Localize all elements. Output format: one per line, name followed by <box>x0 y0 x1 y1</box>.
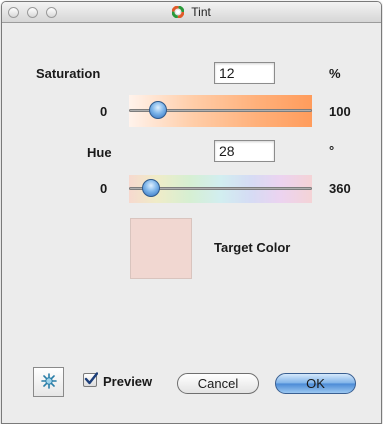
target-color-label: Target Color <box>214 240 291 255</box>
hue-input[interactable]: 28 <box>214 140 275 162</box>
cancel-button[interactable]: Cancel <box>177 373 259 394</box>
preview-checkbox[interactable] <box>83 372 98 387</box>
saturation-input[interactable]: 12 <box>214 62 275 84</box>
hue-slider[interactable] <box>129 176 312 201</box>
window-title-group: Tint <box>2 5 381 21</box>
hue-max-label: 360 <box>329 181 351 196</box>
hue-slider-knob[interactable] <box>141 179 160 197</box>
saturation-max-label: 100 <box>329 104 351 119</box>
ok-button[interactable]: OK <box>275 373 356 394</box>
preview-label: Preview <box>103 374 153 389</box>
titlebar: Tint <box>2 2 381 23</box>
preset-options-button[interactable] <box>33 367 64 397</box>
saturation-slider[interactable] <box>129 98 312 123</box>
hue-min-label: 0 <box>100 181 108 196</box>
hue-unit: ° <box>329 143 335 158</box>
saturation-min-label: 0 <box>100 104 108 119</box>
gear-sun-icon <box>40 372 57 392</box>
saturation-label: Saturation <box>36 66 101 81</box>
saturation-slider-knob[interactable] <box>148 101 167 119</box>
color-wheel-icon <box>171 5 185 21</box>
saturation-unit: % <box>329 66 341 81</box>
hue-label: Hue <box>87 145 112 160</box>
target-color-swatch <box>130 218 192 279</box>
window-title: Tint <box>191 5 211 19</box>
tint-dialog: Tint <box>1 1 382 424</box>
